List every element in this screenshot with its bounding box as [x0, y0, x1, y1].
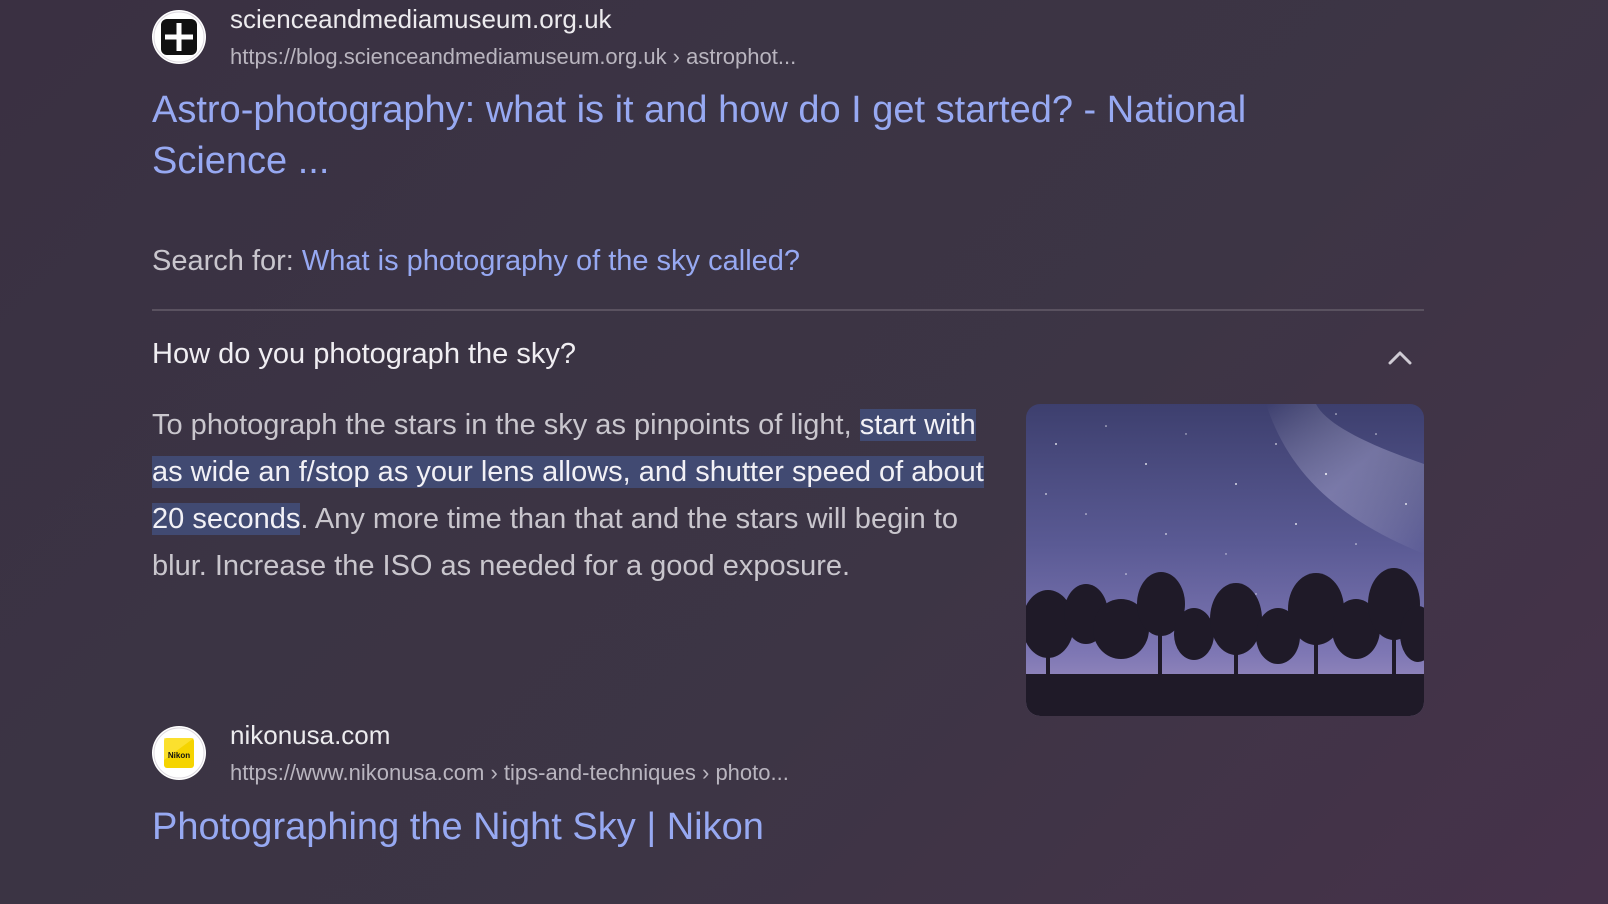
nikon-logo-text: Nikon	[168, 751, 190, 760]
answer-text-before: To photograph the stars in the sky as pi…	[152, 409, 860, 441]
chevron-up-icon[interactable]	[1383, 342, 1417, 372]
divider	[152, 309, 1424, 311]
night-sky-illustration	[1026, 404, 1424, 716]
site-url[interactable]: https://www.nikonusa.com › tips-and-tech…	[230, 760, 789, 786]
paa-question[interactable]: How do you photograph the sky?	[152, 338, 576, 371]
site-favicon-nikon[interactable]: Nikon	[152, 726, 206, 780]
search-for-query-link[interactable]: What is photography of the sky called?	[302, 245, 800, 277]
result-title-line-2[interactable]: Science ...	[152, 136, 1246, 187]
site-url[interactable]: https://blog.scienceandmediamuseum.org.u…	[230, 44, 796, 70]
result-title-link[interactable]: Photographing the Night Sky | Nikon	[152, 802, 764, 853]
result-title-link[interactable]: Astro-photography: what is it and how do…	[152, 85, 1246, 187]
night-sky-trees-image[interactable]	[1026, 404, 1424, 716]
result-title-line-1[interactable]: Astro-photography: what is it and how do…	[152, 85, 1246, 136]
search-for-label: Search for:	[152, 245, 302, 277]
site-name[interactable]: nikonusa.com	[230, 720, 390, 751]
paa-answer-text: To photograph the stars in the sky as pi…	[152, 402, 992, 590]
search-for-suggestion: Search for: What is photography of the s…	[152, 245, 800, 278]
plus-square-icon	[153, 11, 205, 63]
site-name[interactable]: scienceandmediamuseum.org.uk	[230, 4, 612, 35]
nikon-logo-icon: Nikon	[153, 727, 205, 779]
site-favicon-science-museum[interactable]	[152, 10, 206, 64]
